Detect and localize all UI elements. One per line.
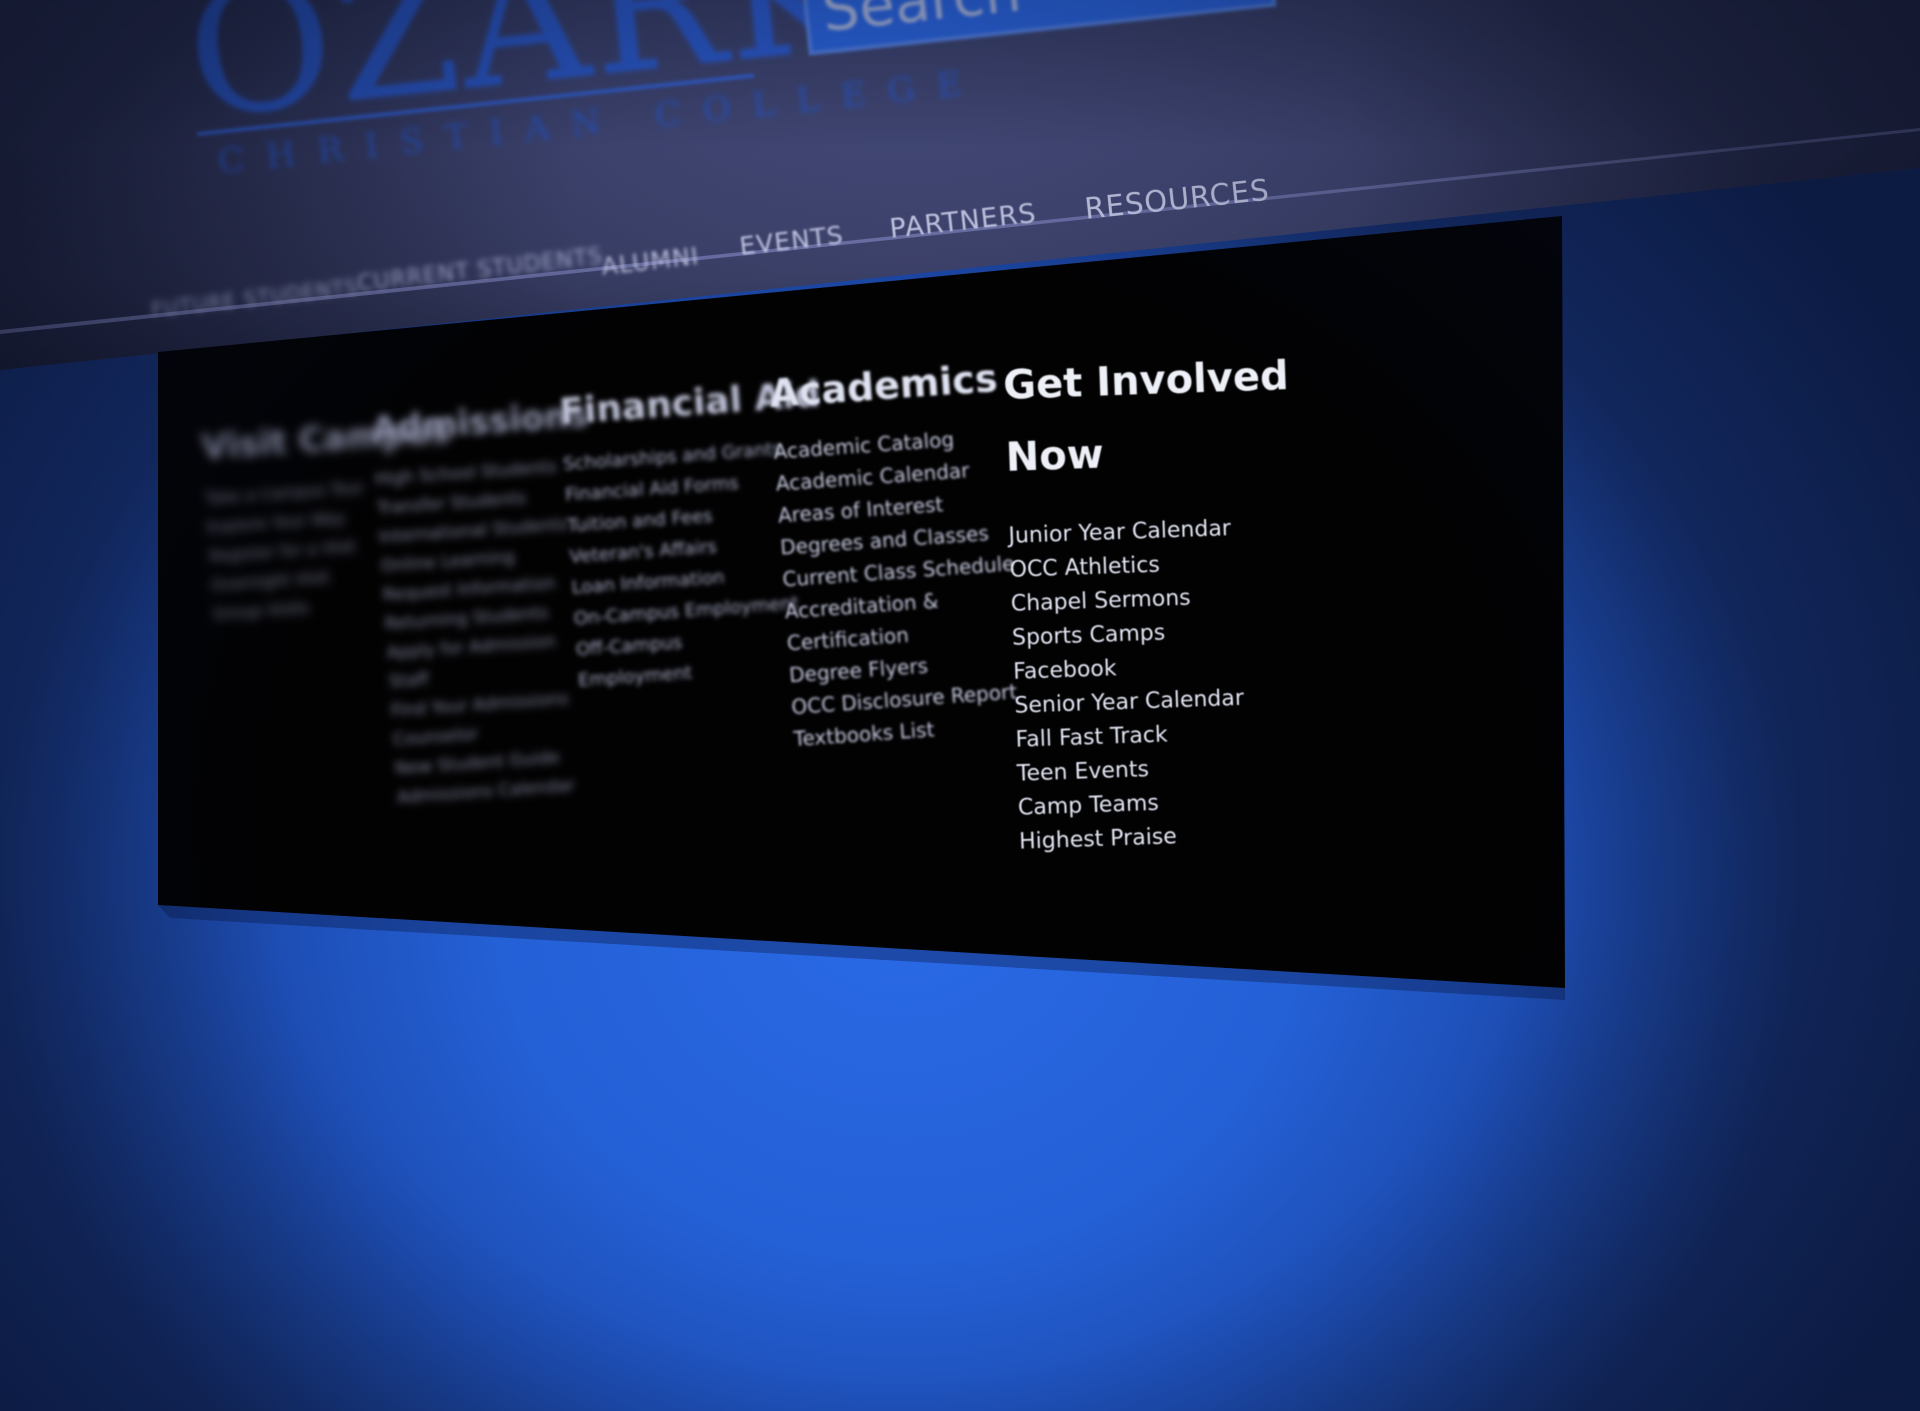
menu-column-get-involved: Get Involved Now Junior Year Calendar OC… (1002, 340, 1320, 860)
menu-list-academics: Academic Catalog Academic Calendar Areas… (772, 420, 1026, 755)
browser-scene: OZARK CHRISTIAN COLLEGE FUTURE STUDENTS … (0, 0, 1920, 1411)
menu-heading-get-involved[interactable]: Get Involved Now (1002, 340, 1307, 494)
menu-column-academics: Academics Academic Catalog Academic Cale… (768, 356, 1027, 755)
menu-list-get-involved: Junior Year Calendar OCC Athletics Chape… (1008, 509, 1320, 859)
